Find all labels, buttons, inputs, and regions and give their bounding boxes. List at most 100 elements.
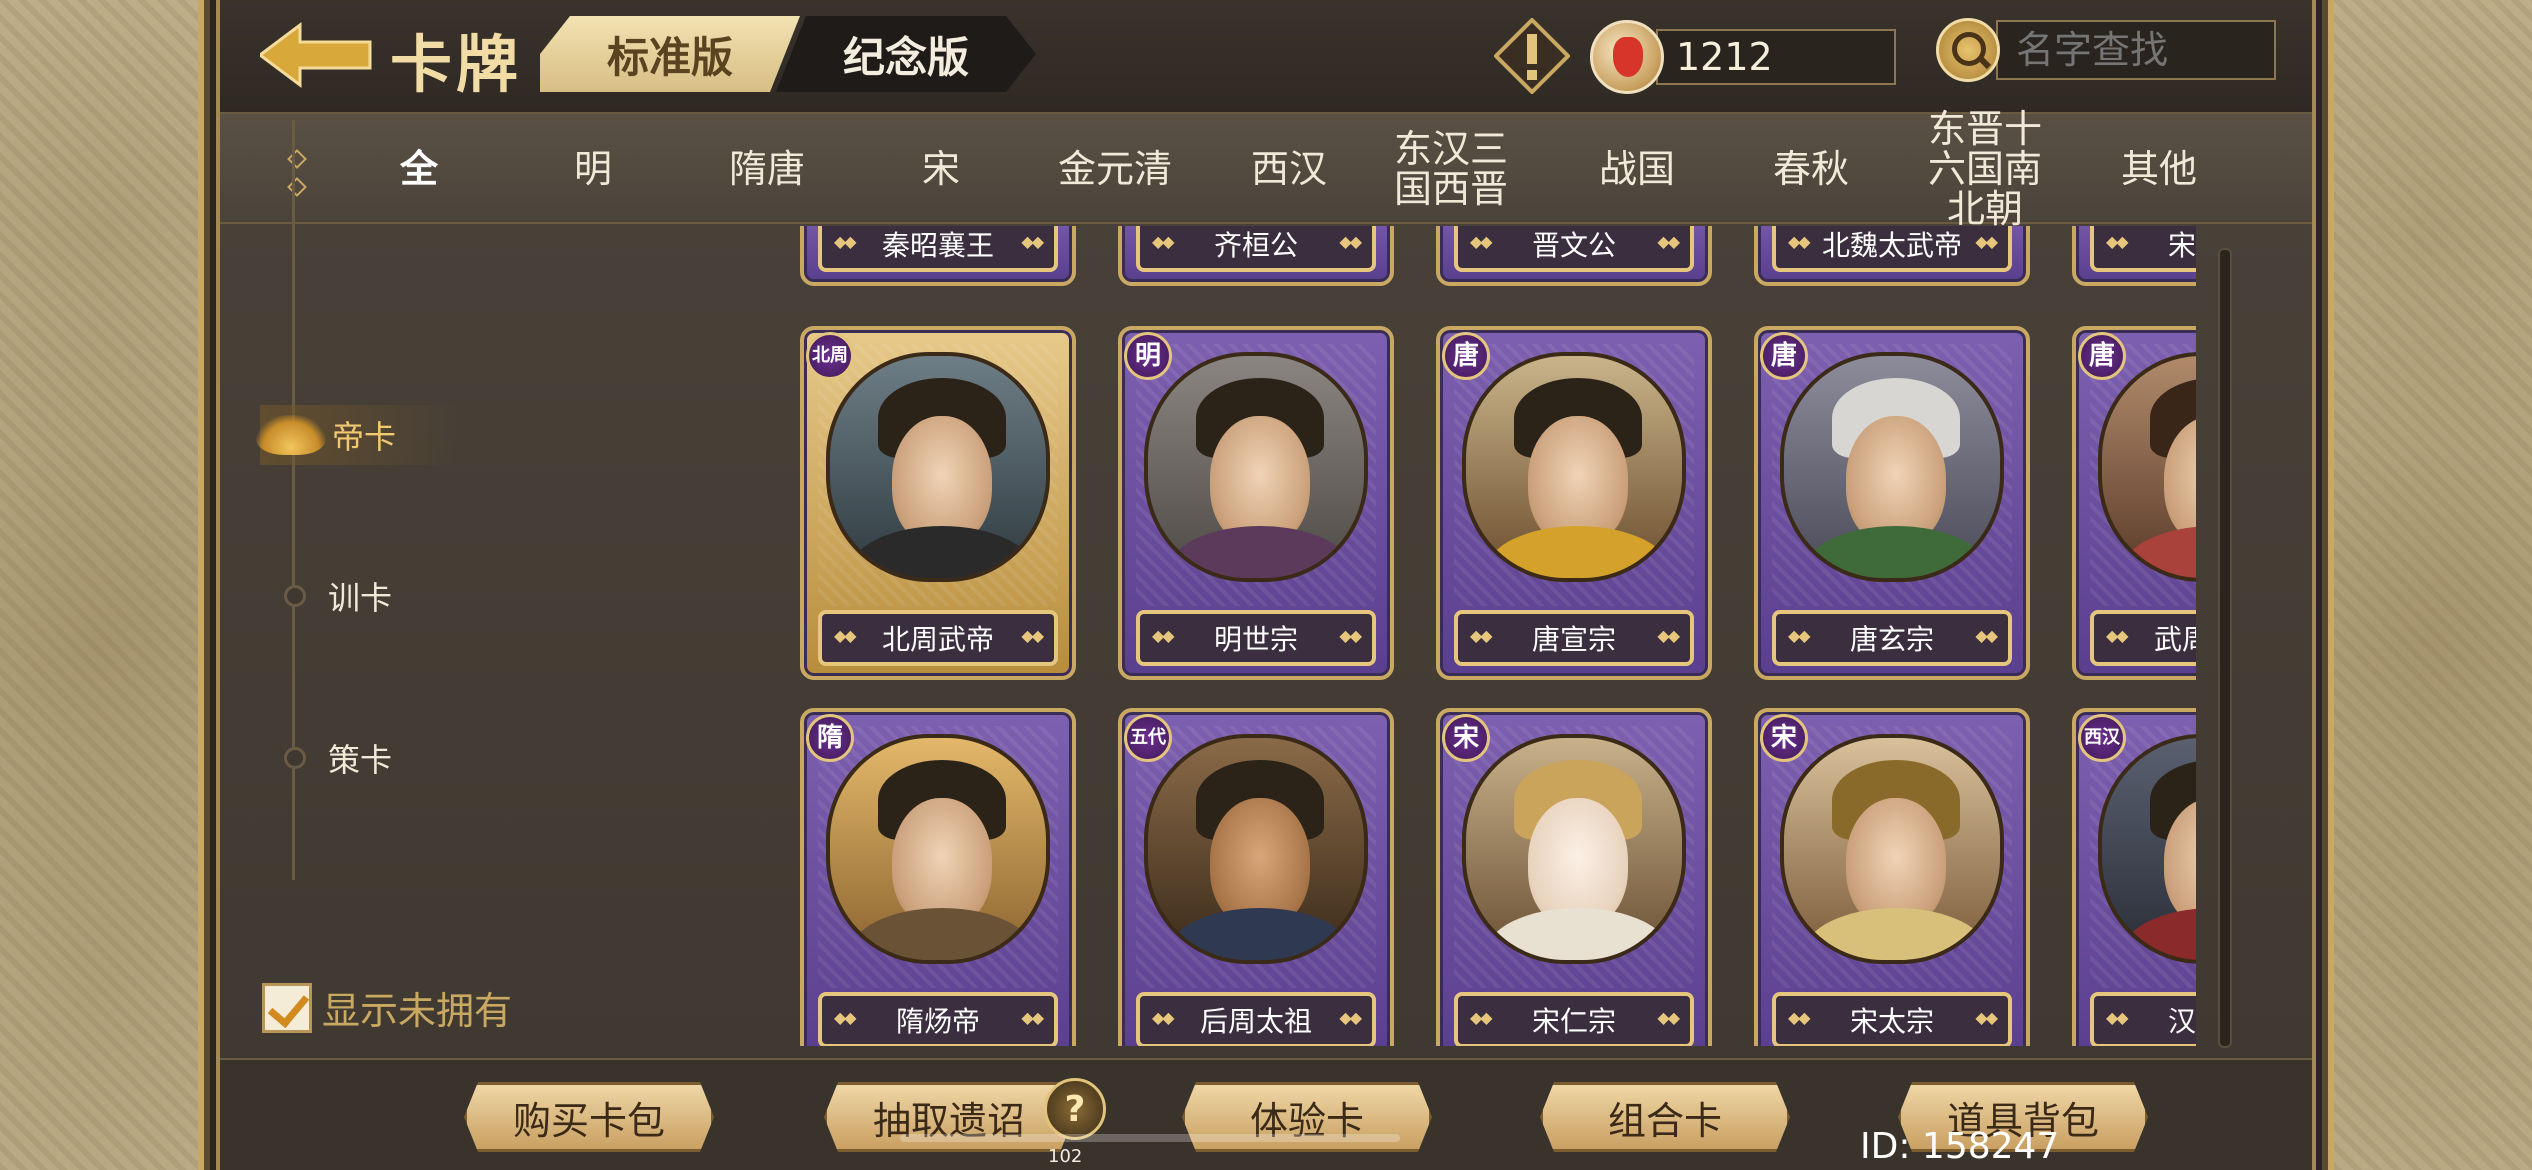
edict-token-count: 102 (1048, 1146, 1083, 1167)
page-title: 卡牌 (390, 28, 523, 101)
card-name: 北周武帝 (818, 610, 1058, 666)
tab-standard-edition[interactable]: 标准版 (540, 16, 800, 92)
card-emperor[interactable]: 宋 宋太宗 (1754, 708, 2030, 1046)
category-label: 训卡 (328, 579, 393, 617)
card-name: 后周太祖 (1136, 992, 1376, 1046)
dynasty-badge: 宋 (1442, 714, 1490, 762)
card-grid: 秦昭襄王 齐桓公 晋文公 北魏太武帝 宋武帝 北周 北周武帝 (576, 226, 2196, 1046)
card-name: 唐玄宗 (1772, 610, 2012, 666)
card-name: 北魏太武帝 (1772, 226, 2012, 272)
tab-label: 西汉 (1250, 147, 1327, 191)
tab-label: 明 (573, 147, 612, 191)
portrait-image (826, 734, 1050, 964)
card-name: 晋文公 (1454, 226, 1694, 272)
dynasty-badge: 西汉 (2078, 714, 2126, 762)
card-name: 武周女帝 (2090, 610, 2196, 666)
card-emperor[interactable]: 明 明世宗 (1118, 326, 1394, 680)
buy-card-pack-button[interactable]: 购买卡包 (464, 1082, 714, 1152)
tab-all[interactable]: 全 (332, 114, 506, 224)
card-emperor[interactable]: 唐 唐宣宗 (1436, 326, 1712, 680)
robe-shape (850, 526, 1034, 578)
dynasty-badge: 明 (1124, 332, 1172, 380)
card-name: 宋太宗 (1772, 992, 2012, 1046)
category-strategy[interactable]: 策卡 (260, 728, 392, 788)
card-name: 齐桓公 (1136, 226, 1376, 272)
tab-song[interactable]: 宋 (854, 114, 1028, 224)
dynasty-tab-bar: 全 明 隋唐 宋 金元清 西汉 东汉三国西晋 战国 春秋 东晋十六国南北朝 其他 (220, 109, 2312, 229)
tab-western-han[interactable]: 西汉 (1202, 114, 1376, 224)
tab-label: 金元清 (1057, 147, 1172, 191)
checkbox-checked[interactable] (262, 982, 312, 1033)
card-partial[interactable]: 秦昭襄王 (800, 226, 1076, 286)
tab-commemorative-edition[interactable]: 纪念版 (776, 16, 1036, 92)
currency-display: 1212 (1590, 12, 1896, 102)
card-name: 秦昭襄王 (818, 226, 1058, 272)
card-partial[interactable]: 北魏太武帝 (1754, 226, 2030, 286)
tab-warring-states[interactable]: 战国 (1550, 114, 1724, 224)
version-tabs: 标准版 纪念版 (540, 16, 1036, 92)
tab-sui-tang[interactable]: 隋唐 (680, 114, 854, 224)
combo-card-button[interactable]: 组合卡 (1540, 1082, 1790, 1152)
card-name: 宋武帝 (2090, 226, 2196, 272)
card-name: 唐宣宗 (1454, 610, 1694, 666)
card-name: 隋炀帝 (818, 992, 1058, 1046)
card-emperor[interactable]: 唐 唐玄宗 (1754, 326, 2030, 680)
tab-eastern-jin-north-south[interactable]: 东晋十六国南北朝 (1910, 109, 2060, 229)
tab-other[interactable]: 其他 (2072, 114, 2246, 224)
show-unowned-toggle[interactable]: 显示未拥有 (262, 980, 512, 1035)
notice-button[interactable] (1493, 17, 1571, 95)
card-emperor[interactable]: 五代 后周太祖 (1118, 708, 1394, 1046)
portrait-image (1780, 352, 2004, 582)
search-icon[interactable] (1936, 18, 2000, 82)
robe-shape (1168, 526, 1352, 578)
tab-jin-yuan-qing[interactable]: 金元清 (1028, 114, 1202, 224)
portrait-image (1462, 734, 1686, 964)
tab-label: 宋 (921, 147, 960, 191)
robe-shape (850, 908, 1034, 960)
tab-spring-autumn[interactable]: 春秋 (1724, 114, 1898, 224)
currency-amount: 1212 (1656, 29, 1896, 85)
robe-shape (1486, 526, 1670, 578)
card-emperor[interactable]: 唐 武周女帝 (2072, 326, 2196, 680)
card-emperor[interactable]: 北周 北周武帝 (800, 326, 1076, 680)
portrait-image (1144, 352, 1368, 582)
card-partial[interactable]: 宋武帝 (2072, 226, 2196, 286)
card-name: 宋仁宗 (1454, 992, 1694, 1046)
robe-shape (1804, 526, 1988, 578)
tab-ming[interactable]: 明 (506, 114, 680, 224)
robe-shape (2122, 526, 2196, 578)
circle-icon (284, 585, 306, 607)
tab-label: 全 (399, 147, 438, 191)
back-button[interactable] (257, 20, 380, 90)
dynasty-badge: 隋 (806, 714, 854, 762)
tab-eastern-han-three-kingdoms[interactable]: 东汉三国西晋 (1376, 114, 1526, 224)
diamond-ornament (287, 177, 307, 197)
category-training[interactable]: 训卡 (260, 566, 392, 626)
card-name: 汉宣帝 (2090, 992, 2196, 1046)
card-partial[interactable]: 晋文公 (1436, 226, 1712, 286)
dynasty-badge: 宋 (1760, 714, 1808, 762)
portrait-image (826, 352, 1050, 582)
robe-shape (2122, 908, 2196, 960)
robe-shape (1486, 908, 1670, 960)
tab-label: 战国 (1598, 147, 1675, 191)
card-emperor[interactable]: 宋 宋仁宗 (1436, 708, 1712, 1046)
dynasty-badge: 唐 (1442, 332, 1490, 380)
category-emperor[interactable]: 帝卡 (256, 405, 460, 465)
show-unowned-label: 显示未拥有 (322, 989, 513, 1033)
card-screen: 卡牌 标准版 纪念版 1212 全 明 隋唐 宋 金元清 西汉 (216, 0, 2316, 1170)
search-input[interactable] (1996, 20, 2276, 80)
left-decorative-panel (0, 0, 210, 1170)
card-partial[interactable]: 齐桓公 (1118, 226, 1394, 286)
card-emperor[interactable]: 隋 隋炀帝 (800, 708, 1076, 1046)
diamond-ornament (287, 149, 307, 169)
card-emperor[interactable]: 西汉 汉宣帝 (2072, 708, 2196, 1046)
portrait-image (1144, 734, 1368, 964)
lotus-icon (256, 415, 326, 455)
scrollbar[interactable] (2218, 248, 2232, 1048)
robe-shape (1804, 908, 1988, 960)
tab-label: 东汉三国西晋 (1393, 127, 1508, 211)
portrait-image (1462, 352, 1686, 582)
dynasty-badge: 北周 (806, 332, 854, 380)
portrait-image (1780, 734, 2004, 964)
